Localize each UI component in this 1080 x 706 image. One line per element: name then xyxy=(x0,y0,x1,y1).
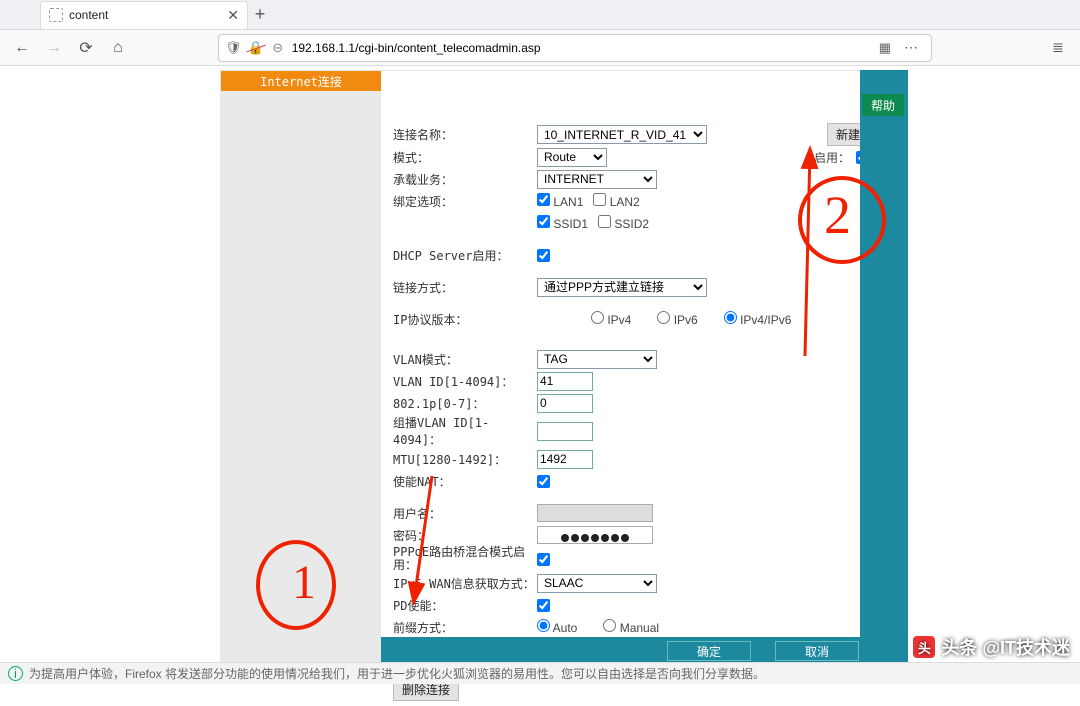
url-text: 192.168.1.1/cgi-bin/content_telecomadmin… xyxy=(292,41,541,55)
watermark: 头 头条 @IT技术迷 xyxy=(913,634,1070,660)
username-input[interactable] xyxy=(537,504,653,522)
mtu-input[interactable] xyxy=(537,450,593,469)
conn-name-select[interactable]: 10_INTERNET_R_VID_41 xyxy=(537,125,707,144)
user-label: 用户名： xyxy=(393,505,537,522)
library-button[interactable]: ≣ xyxy=(1044,34,1072,62)
bind-opt-lan1[interactable]: LAN1 xyxy=(537,193,583,209)
close-icon[interactable]: ✕ xyxy=(227,7,239,24)
dhcp-label: DHCP Server启用： xyxy=(393,247,537,264)
bind-opt-ssid1[interactable]: SSID1 xyxy=(537,215,588,231)
footer-bar: 确定 取消 xyxy=(381,637,879,665)
home-button[interactable]: ⌂ xyxy=(104,34,132,62)
nat-label: 使能NAT： xyxy=(393,473,537,490)
info-icon: i xyxy=(8,666,23,681)
annotation-number-1: 1 xyxy=(292,555,316,610)
ipver-both[interactable]: IPv4/IPv6 xyxy=(724,311,792,327)
ipver-ipv6[interactable]: IPv6 xyxy=(657,311,697,327)
tab-title: content xyxy=(69,8,221,22)
bind-label: 绑定选项： xyxy=(393,193,537,210)
pass-label: 密码： xyxy=(393,527,537,544)
ipver-ipv4[interactable]: IPv4 xyxy=(591,311,631,327)
bind-opt-ssid2[interactable]: SSID2 xyxy=(598,215,649,231)
page-actions-button[interactable]: ⋯ xyxy=(897,34,925,62)
watermark-logo: 头 xyxy=(913,636,935,658)
vlan-id-input[interactable] xyxy=(537,372,593,391)
ipv6-wan-select[interactable]: SLAAC xyxy=(537,574,657,593)
service-label: 承载业务： xyxy=(393,171,537,188)
vlan-id-label: VLAN ID[1-4094]： xyxy=(393,373,537,390)
forward-button[interactable]: → xyxy=(40,34,68,62)
dhcp-checkbox[interactable] xyxy=(537,249,550,262)
prefix-auto[interactable]: Auto xyxy=(537,619,577,635)
new-tab-button[interactable]: + xyxy=(248,3,272,27)
permissions-icon[interactable]: ⊖ xyxy=(270,34,286,62)
qr-icon[interactable]: ▦ xyxy=(879,40,891,56)
status-text: 为提高用户体验，Firefox 将发送部分功能的使用情况给我们，用于进一步优化火… xyxy=(29,665,765,682)
pd-checkbox[interactable] xyxy=(537,599,550,612)
back-button[interactable]: ← xyxy=(8,34,36,62)
tab-strip: content ✕ + xyxy=(0,0,1080,30)
vlan-mode-select[interactable]: TAG xyxy=(537,350,657,369)
prefix-label: 前缀方式： xyxy=(393,619,537,636)
p8021-label: 802.1p[0-7]： xyxy=(393,395,537,412)
browser-toolbar: ← → ⟳ ⌂ 🛡 🔒 ⊖ 192.168.1.1/cgi-bin/conten… xyxy=(0,30,1080,66)
mtu-label: MTU[1280-1492]： xyxy=(393,451,537,468)
pppoe-mix-label: PPPoE路由桥混合模式启用： xyxy=(393,546,537,572)
password-input[interactable] xyxy=(537,526,653,544)
shield-icon: 🛡 xyxy=(225,40,242,56)
address-bar[interactable]: 🛡 🔒 ⊖ 192.168.1.1/cgi-bin/content_teleco… xyxy=(218,34,932,62)
annotation-number-2: 2 xyxy=(824,184,851,246)
pd-label: PD使能： xyxy=(393,597,537,614)
mode-label: 模式： xyxy=(393,149,537,166)
page-content: Internet连接 连接名称： 10_INTERNET_R_VID_41 新建… xyxy=(0,66,1080,684)
teal-strip xyxy=(860,70,908,666)
mode-select[interactable]: Route xyxy=(537,148,607,167)
link-select[interactable]: 通过PPP方式建立链接 xyxy=(537,278,707,297)
browser-tab[interactable]: content ✕ xyxy=(40,1,248,29)
reload-button[interactable]: ⟳ xyxy=(72,34,100,62)
cancel-button[interactable]: 取消 xyxy=(775,641,859,661)
prefix-manual[interactable]: Manual xyxy=(603,619,659,635)
help-button[interactable]: 帮助 xyxy=(862,94,904,116)
tab-favicon xyxy=(49,8,63,22)
pppoe-mix-checkbox[interactable] xyxy=(537,553,550,566)
service-select[interactable]: INTERNET xyxy=(537,170,657,189)
p8021-input[interactable] xyxy=(537,394,593,413)
mcast-vlan-input[interactable] xyxy=(537,422,593,441)
status-bar: i 为提高用户体验，Firefox 将发送部分功能的使用情况给我们，用于进一步优… xyxy=(0,662,1080,684)
lock-insecure-icon: 🔒 xyxy=(248,40,264,56)
nat-checkbox[interactable] xyxy=(537,475,550,488)
form-area: 连接名称： 10_INTERNET_R_VID_41 新建 模式： Route … xyxy=(381,71,879,665)
vlan-mode-label: VLAN模式： xyxy=(393,351,537,368)
enable-label: 启用： xyxy=(814,149,850,166)
link-label: 链接方式： xyxy=(393,279,537,296)
ipver-label: IP协议版本： xyxy=(393,311,537,328)
bind-opt-lan2[interactable]: LAN2 xyxy=(593,193,639,209)
mcast-vlan-label: 组播VLAN ID[1-4094]： xyxy=(393,414,537,448)
conn-name-label: 连接名称： xyxy=(393,126,537,143)
sidebar-title: Internet连接 xyxy=(221,71,381,91)
ipv6-wan-label: IPv6 WAN信息获取方式： xyxy=(393,575,537,592)
ok-button[interactable]: 确定 xyxy=(667,641,751,661)
